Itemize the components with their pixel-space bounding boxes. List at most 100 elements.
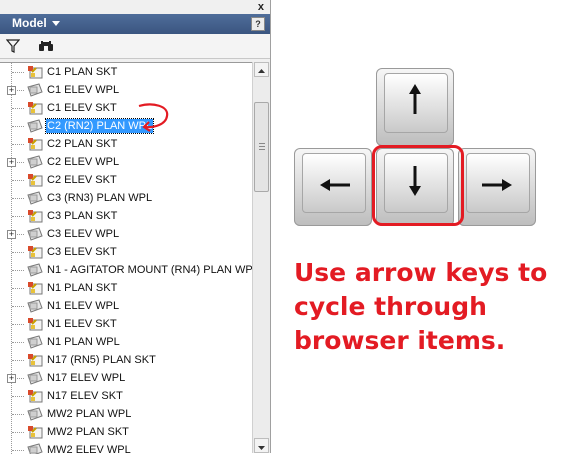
thumb-grip: [259, 143, 265, 144]
sketch-icon: [28, 246, 43, 259]
workplane-icon: [27, 335, 43, 349]
tree-item[interactable]: C3 ELEV SKT: [0, 243, 252, 261]
arrow-up-icon: [409, 84, 421, 114]
tree-item-label[interactable]: N1 - AGITATOR MOUNT (RN4) PLAN WPL: [46, 263, 252, 277]
tree-item[interactable]: + C2 ELEV WPL: [0, 153, 252, 171]
tree-item[interactable]: MW2 PLAN WPL: [0, 405, 252, 423]
tree-item-label[interactable]: N17 ELEV SKT: [46, 389, 124, 403]
caption-line-2: cycle through: [294, 292, 487, 321]
sketch-icon: [28, 210, 43, 223]
tree-item[interactable]: C1 ELEV SKT: [0, 99, 252, 117]
sketch-icon: [28, 354, 43, 367]
browser-tree[interactable]: C1 PLAN SKT + C1 ELEV WPL C1 ELEV SKT C2 (RN…: [0, 62, 252, 454]
tree-item[interactable]: N1 ELEV WPL: [0, 297, 252, 315]
tree-item-label[interactable]: N17 ELEV WPL: [46, 371, 126, 385]
tree-item[interactable]: MW2 PLAN SKT: [0, 423, 252, 441]
workplane-icon: [27, 263, 43, 277]
tree-item[interactable]: N17 (RN5) PLAN SKT: [0, 351, 252, 369]
tree-item[interactable]: C2 PLAN SKT: [0, 135, 252, 153]
tree-connector: [12, 450, 24, 451]
tree-connector: [12, 414, 24, 415]
tree-item[interactable]: C2 (RN2) PLAN WPL: [0, 117, 252, 135]
tree-item-label[interactable]: C2 ELEV SKT: [46, 173, 118, 187]
tree-item[interactable]: MW2 ELEV WPL: [0, 441, 252, 454]
chevron-down-icon[interactable]: [52, 21, 60, 26]
tree-item[interactable]: N1 PLAN WPL: [0, 333, 252, 351]
sketch-icon: [28, 318, 43, 331]
tree-item-label[interactable]: N1 PLAN SKT: [46, 281, 118, 295]
tree-item[interactable]: + C1 ELEV WPL: [0, 81, 252, 99]
tree-item-label[interactable]: C1 ELEV SKT: [46, 101, 118, 115]
tree-item-label[interactable]: C2 ELEV WPL: [46, 155, 120, 169]
tree-connector: [12, 270, 24, 271]
scroll-down-button[interactable]: [254, 438, 269, 453]
workplane-icon: [27, 83, 43, 97]
arrow-left-icon: [320, 179, 350, 191]
arrow-right-icon: [482, 179, 512, 191]
scroll-thumb[interactable]: [254, 102, 269, 192]
tree-connector: [12, 396, 24, 397]
up-arrow-key: [376, 68, 454, 146]
workplane-icon: [27, 371, 43, 385]
expand-toggle-icon[interactable]: +: [7, 86, 16, 95]
tree-item[interactable]: C3 PLAN SKT: [0, 207, 252, 225]
workplane-icon: [27, 119, 43, 133]
tree-item-label[interactable]: MW2 PLAN WPL: [46, 407, 132, 421]
tree-item-label[interactable]: N1 PLAN WPL: [46, 335, 121, 349]
tree-item[interactable]: N1 ELEV SKT: [0, 315, 252, 333]
tree-connector: [12, 306, 24, 307]
annotation-arrow-icon: [138, 103, 169, 132]
sketch-icon: [28, 282, 43, 295]
tree-item-label[interactable]: C3 PLAN SKT: [46, 209, 118, 223]
scroll-up-button[interactable]: [254, 62, 269, 77]
right-arrow-key: [458, 148, 536, 226]
filter-icon[interactable]: [6, 39, 20, 53]
tree-item-label[interactable]: N17 (RN5) PLAN SKT: [46, 353, 157, 367]
tree-item[interactable]: + N17 ELEV WPL: [0, 369, 252, 387]
tree-connector: [12, 252, 24, 253]
model-browser-panel: x Model ? C1 PLAN SKT + C1 ELEV WPL C1 ELEV…: [0, 0, 271, 454]
left-arrow-key: [294, 148, 372, 226]
tree-item-label[interactable]: C1 ELEV WPL: [46, 83, 120, 97]
tree-item[interactable]: C3 (RN3) PLAN WPL: [0, 189, 252, 207]
binoculars-icon[interactable]: [38, 39, 54, 53]
tree-item-label[interactable]: C3 ELEV SKT: [46, 245, 118, 259]
tree-item-label[interactable]: C3 (RN3) PLAN WPL: [46, 191, 153, 205]
workplane-icon: [27, 155, 43, 169]
tree-connector: [12, 432, 24, 433]
tree-item[interactable]: C2 ELEV SKT: [0, 171, 252, 189]
browser-header[interactable]: Model ?: [0, 14, 270, 34]
tree-item-label[interactable]: N1 ELEV SKT: [46, 317, 118, 331]
tree-item[interactable]: + C3 ELEV WPL: [0, 225, 252, 243]
expand-toggle-icon[interactable]: +: [7, 158, 16, 167]
browser-title[interactable]: Model: [12, 16, 47, 30]
vertical-scrollbar[interactable]: [252, 62, 270, 453]
down-key-highlight: [372, 145, 464, 226]
caption-line-3: browser items.: [294, 326, 506, 355]
tree-connector: [12, 216, 24, 217]
sketch-icon: [28, 426, 43, 439]
expand-toggle-icon[interactable]: +: [7, 230, 16, 239]
workplane-icon: [27, 191, 43, 205]
thumb-grip: [259, 146, 265, 147]
tree-item[interactable]: N17 ELEV SKT: [0, 387, 252, 405]
tree-item-label[interactable]: C1 PLAN SKT: [46, 65, 118, 79]
tree-item-label[interactable]: C2 PLAN SKT: [46, 137, 118, 151]
sketch-icon: [28, 174, 43, 187]
tree-item-label[interactable]: MW2 PLAN SKT: [46, 425, 130, 439]
tree-item-label[interactable]: N1 ELEV WPL: [46, 299, 120, 313]
tree-item-label[interactable]: MW2 ELEV WPL: [46, 443, 132, 454]
sketch-icon: [28, 102, 43, 115]
tree-item[interactable]: N1 - AGITATOR MOUNT (RN4) PLAN WPL: [0, 261, 252, 279]
expand-toggle-icon[interactable]: +: [7, 374, 16, 383]
tree-item-label[interactable]: C3 ELEV WPL: [46, 227, 120, 241]
instruction-caption: Use arrow keys to cycle through browser …: [294, 256, 554, 358]
sketch-icon: [28, 66, 43, 79]
close-panel-button[interactable]: x: [258, 1, 264, 13]
caption-line-1: Use arrow keys to: [294, 258, 548, 287]
tree-item[interactable]: N1 PLAN SKT: [0, 279, 252, 297]
tree-item[interactable]: C1 PLAN SKT: [0, 63, 252, 81]
tree-connector: [12, 108, 24, 109]
workplane-icon: [27, 443, 43, 454]
help-button[interactable]: ?: [251, 17, 265, 31]
